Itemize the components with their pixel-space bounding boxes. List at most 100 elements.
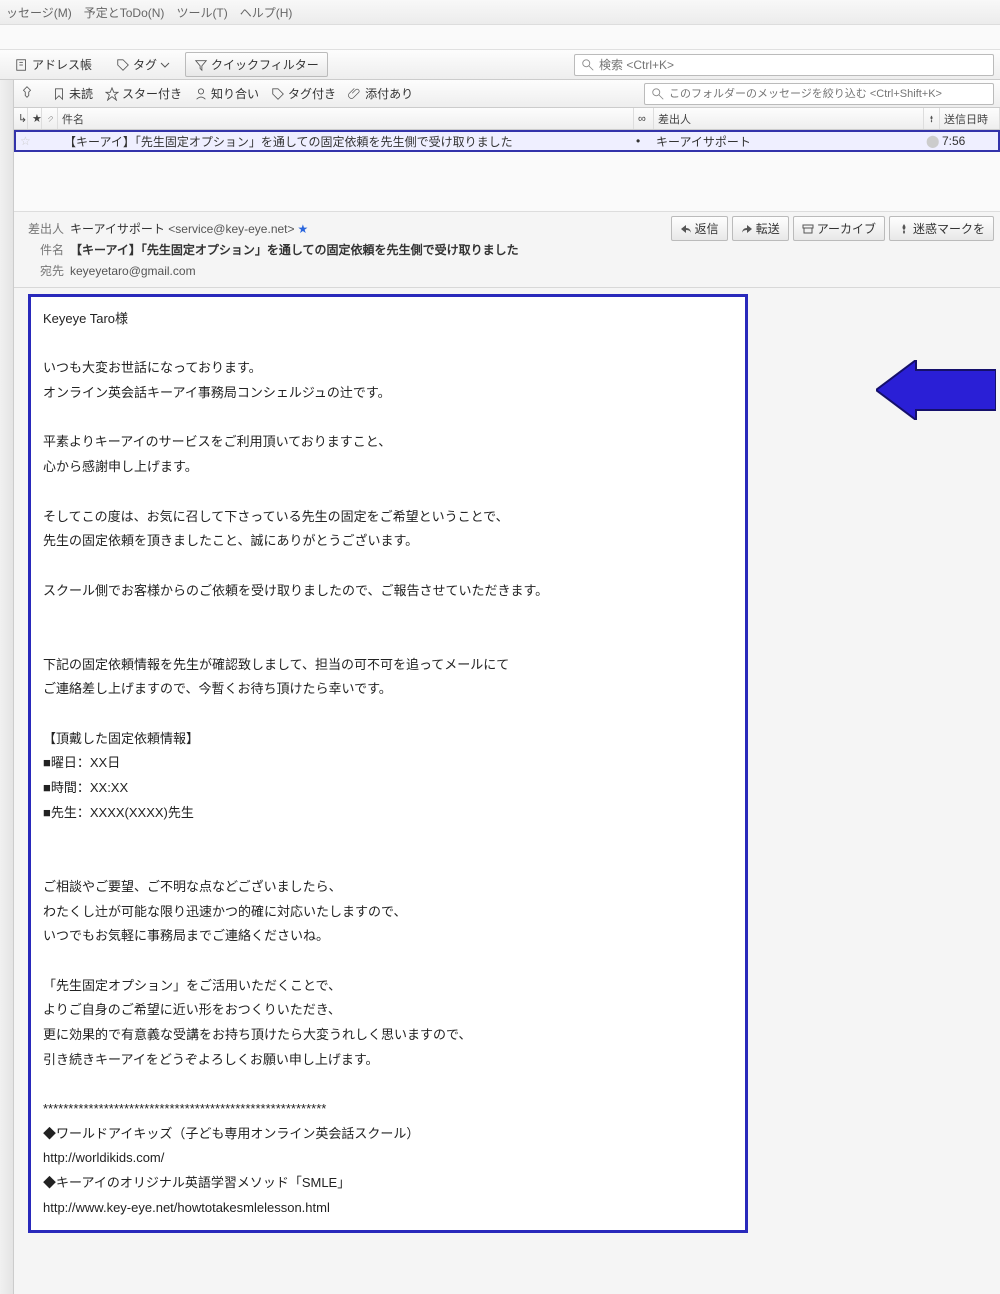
filter-unread[interactable]: 未読 [52, 85, 93, 102]
addressbook-label: アドレス帳 [32, 56, 92, 73]
filter-icon [194, 58, 208, 72]
body-line: オンライン英会話キーアイ事務局コンシェルジュの辻です。 [43, 381, 733, 406]
body-line: 更に効果的で有意義な受講をお持ち頂けたら大変うれしく思いますので、 [43, 1023, 733, 1048]
col-junk[interactable] [924, 108, 940, 129]
body-line: 引き続きキーアイをどうぞよろしくお願い申し上げます。 [43, 1048, 733, 1073]
archive-label: アーカイブ [817, 220, 876, 237]
from-address[interactable]: <service@key-eye.net> [168, 222, 294, 236]
to-label: 宛先 [22, 262, 64, 279]
body-line: いつも大変お世話になっております。 [43, 356, 733, 381]
pin-icon[interactable] [20, 85, 40, 102]
subject-value: 【キーアイ】「先生固定オプション」を通しての固定依頼を先生側で受け取りました [70, 241, 519, 258]
from-name[interactable]: キーアイサポート [70, 220, 165, 237]
chevron-down-icon [160, 60, 170, 70]
body-line: ◆キーアイのオリジナル英語学習メソッド「SMLE」 [43, 1171, 733, 1196]
col-attachment[interactable] [42, 108, 58, 129]
main-toolbar: アドレス帳 タグ クイックフィルター [0, 50, 1000, 80]
body-line: そしてこの度は、お気に召して下さっている先生の固定をご希望ということで、 [43, 505, 733, 530]
row-sender: キーアイサポート [652, 133, 922, 150]
body-line: スクール側でお客様からのご依頼を受け取りましたので、ご報告させていただきます。 [43, 579, 733, 604]
body-line: ■時間：XX:XX [43, 776, 733, 801]
forward-label: 転送 [756, 220, 780, 237]
annotation-arrow [876, 360, 996, 423]
col-star[interactable]: ★ [28, 108, 42, 129]
body-line: 先生の固定依頼を頂きましたこと、誠にありがとうございます。 [43, 529, 733, 554]
col-subject[interactable]: 件名 [58, 108, 634, 129]
from-label: 差出人 [22, 220, 64, 237]
body-line: Keyeye Taro様 [43, 307, 733, 332]
menu-help[interactable]: ヘルプ(H) [240, 4, 293, 21]
col-read[interactable]: ∞ [634, 108, 654, 129]
row-time: 7:56 [938, 134, 998, 148]
contact-star-icon[interactable]: ★ [298, 222, 309, 236]
body-line: ◆ワールドアイキッズ（子ども専用オンライン英会話スクール） [43, 1122, 733, 1147]
tag-icon [271, 87, 285, 101]
body-line: ■先生：XXXX(XXXX)先生 [43, 801, 733, 826]
quickfilter-button[interactable]: クイックフィルター [185, 52, 328, 77]
body-line: いつでもお気軽に事務局までご連絡くださいね。 [43, 924, 733, 949]
row-star-icon[interactable]: ☆ [16, 134, 30, 148]
col-time[interactable]: 送信日時 [940, 108, 1000, 129]
filter-tagged-label: タグ付き [288, 85, 336, 102]
body-line: わたくし辻が可能な限り迅速かつ的確に対応いたしますので、 [43, 900, 733, 925]
global-search[interactable] [574, 54, 994, 76]
tag-icon [116, 58, 130, 72]
body-line: ****************************************… [43, 1097, 733, 1122]
filter-unread-label: 未読 [69, 85, 93, 102]
body-line: ご相談やご要望、ご不明な点などございましたら、 [43, 875, 733, 900]
body-line: 心から感謝申し上げます。 [43, 455, 733, 480]
star-icon [105, 87, 119, 101]
spam-label: 迷惑マークを [913, 220, 985, 237]
folder-search-input[interactable] [669, 88, 987, 100]
tag-label: タグ [133, 56, 157, 73]
reply-icon [680, 223, 692, 235]
menu-message[interactable]: ッセージ(M) [6, 4, 72, 21]
filter-attachment[interactable]: 添付あり [348, 85, 413, 102]
filter-starred[interactable]: スター付き [105, 85, 182, 102]
flame-icon [928, 114, 935, 124]
body-line: 平素よりキーアイのサービスをご利用頂いておりますこと、 [43, 430, 733, 455]
subject-label: 件名 [22, 241, 64, 258]
filter-contact-label: 知り合い [211, 85, 259, 102]
col-sender[interactable]: 差出人 [654, 108, 924, 129]
column-headers: ↳ ★ 件名 ∞ 差出人 送信日時 [14, 108, 1000, 130]
search-icon [581, 58, 595, 72]
spam-button[interactable]: 迷惑マークを [889, 216, 994, 241]
archive-icon [802, 223, 814, 235]
folder-search[interactable] [644, 83, 994, 105]
tab-strip [0, 25, 1000, 50]
body-line: 【頂戴した固定依頼情報】 [43, 727, 733, 752]
paperclip-icon [348, 87, 362, 101]
paperclip-icon [46, 113, 53, 125]
folder-pane-collapsed[interactable] [0, 80, 14, 1294]
menu-todo[interactable]: 予定とToDo(N) [84, 4, 165, 21]
filter-tagged[interactable]: タグ付き [271, 85, 336, 102]
message-header-pane: 返信 転送 アーカイブ 迷惑マークを 差出人 キーアイサポート <service… [14, 212, 1000, 288]
search-input[interactable] [599, 58, 987, 72]
forward-button[interactable]: 転送 [732, 216, 789, 241]
archive-button[interactable]: アーカイブ [793, 216, 885, 241]
menubar: ッセージ(M) 予定とToDo(N) ツール(T) ヘルプ(H) [0, 0, 1000, 25]
forward-icon [741, 223, 753, 235]
body-line: http://worldikids.com/ [43, 1146, 733, 1171]
bookmark-icon [52, 87, 66, 101]
quick-filter-bar: 未読 スター付き 知り合い タグ付き 添付あり [14, 80, 1000, 108]
addressbook-button[interactable]: アドレス帳 [6, 52, 101, 77]
body-line: 下記の固定依頼情報を先生が確認致しまして、担当の可不可を追ってメールにて [43, 653, 733, 678]
menu-tools[interactable]: ツール(T) [176, 4, 227, 21]
body-line: よりご自身のご希望に近い形をおつくりいただき、 [43, 998, 733, 1023]
row-junk-icon[interactable]: ⬤ [922, 134, 938, 148]
message-row-selected[interactable]: ☆ 【キーアイ】「先生固定オプション」を通しての固定依頼を先生側で受け取りました… [14, 130, 1000, 152]
filter-contact[interactable]: 知り合い [194, 85, 259, 102]
flame-icon [898, 223, 910, 235]
filter-starred-label: スター付き [122, 85, 182, 102]
search-icon [651, 87, 665, 101]
message-list-empty-area [14, 152, 1000, 212]
reply-button[interactable]: 返信 [671, 216, 728, 241]
col-thread[interactable]: ↳ [14, 108, 28, 129]
message-body: Keyeye Taro様 いつも大変お世話になっております。 オンライン英会話キ… [28, 294, 748, 1233]
body-line: ■曜日：XX日 [43, 751, 733, 776]
tag-button[interactable]: タグ [107, 52, 179, 77]
to-value[interactable]: keyeyetaro@gmail.com [70, 264, 196, 278]
row-subject: 【キーアイ】「先生固定オプション」を通しての固定依頼を先生側で受け取りました [60, 133, 632, 150]
